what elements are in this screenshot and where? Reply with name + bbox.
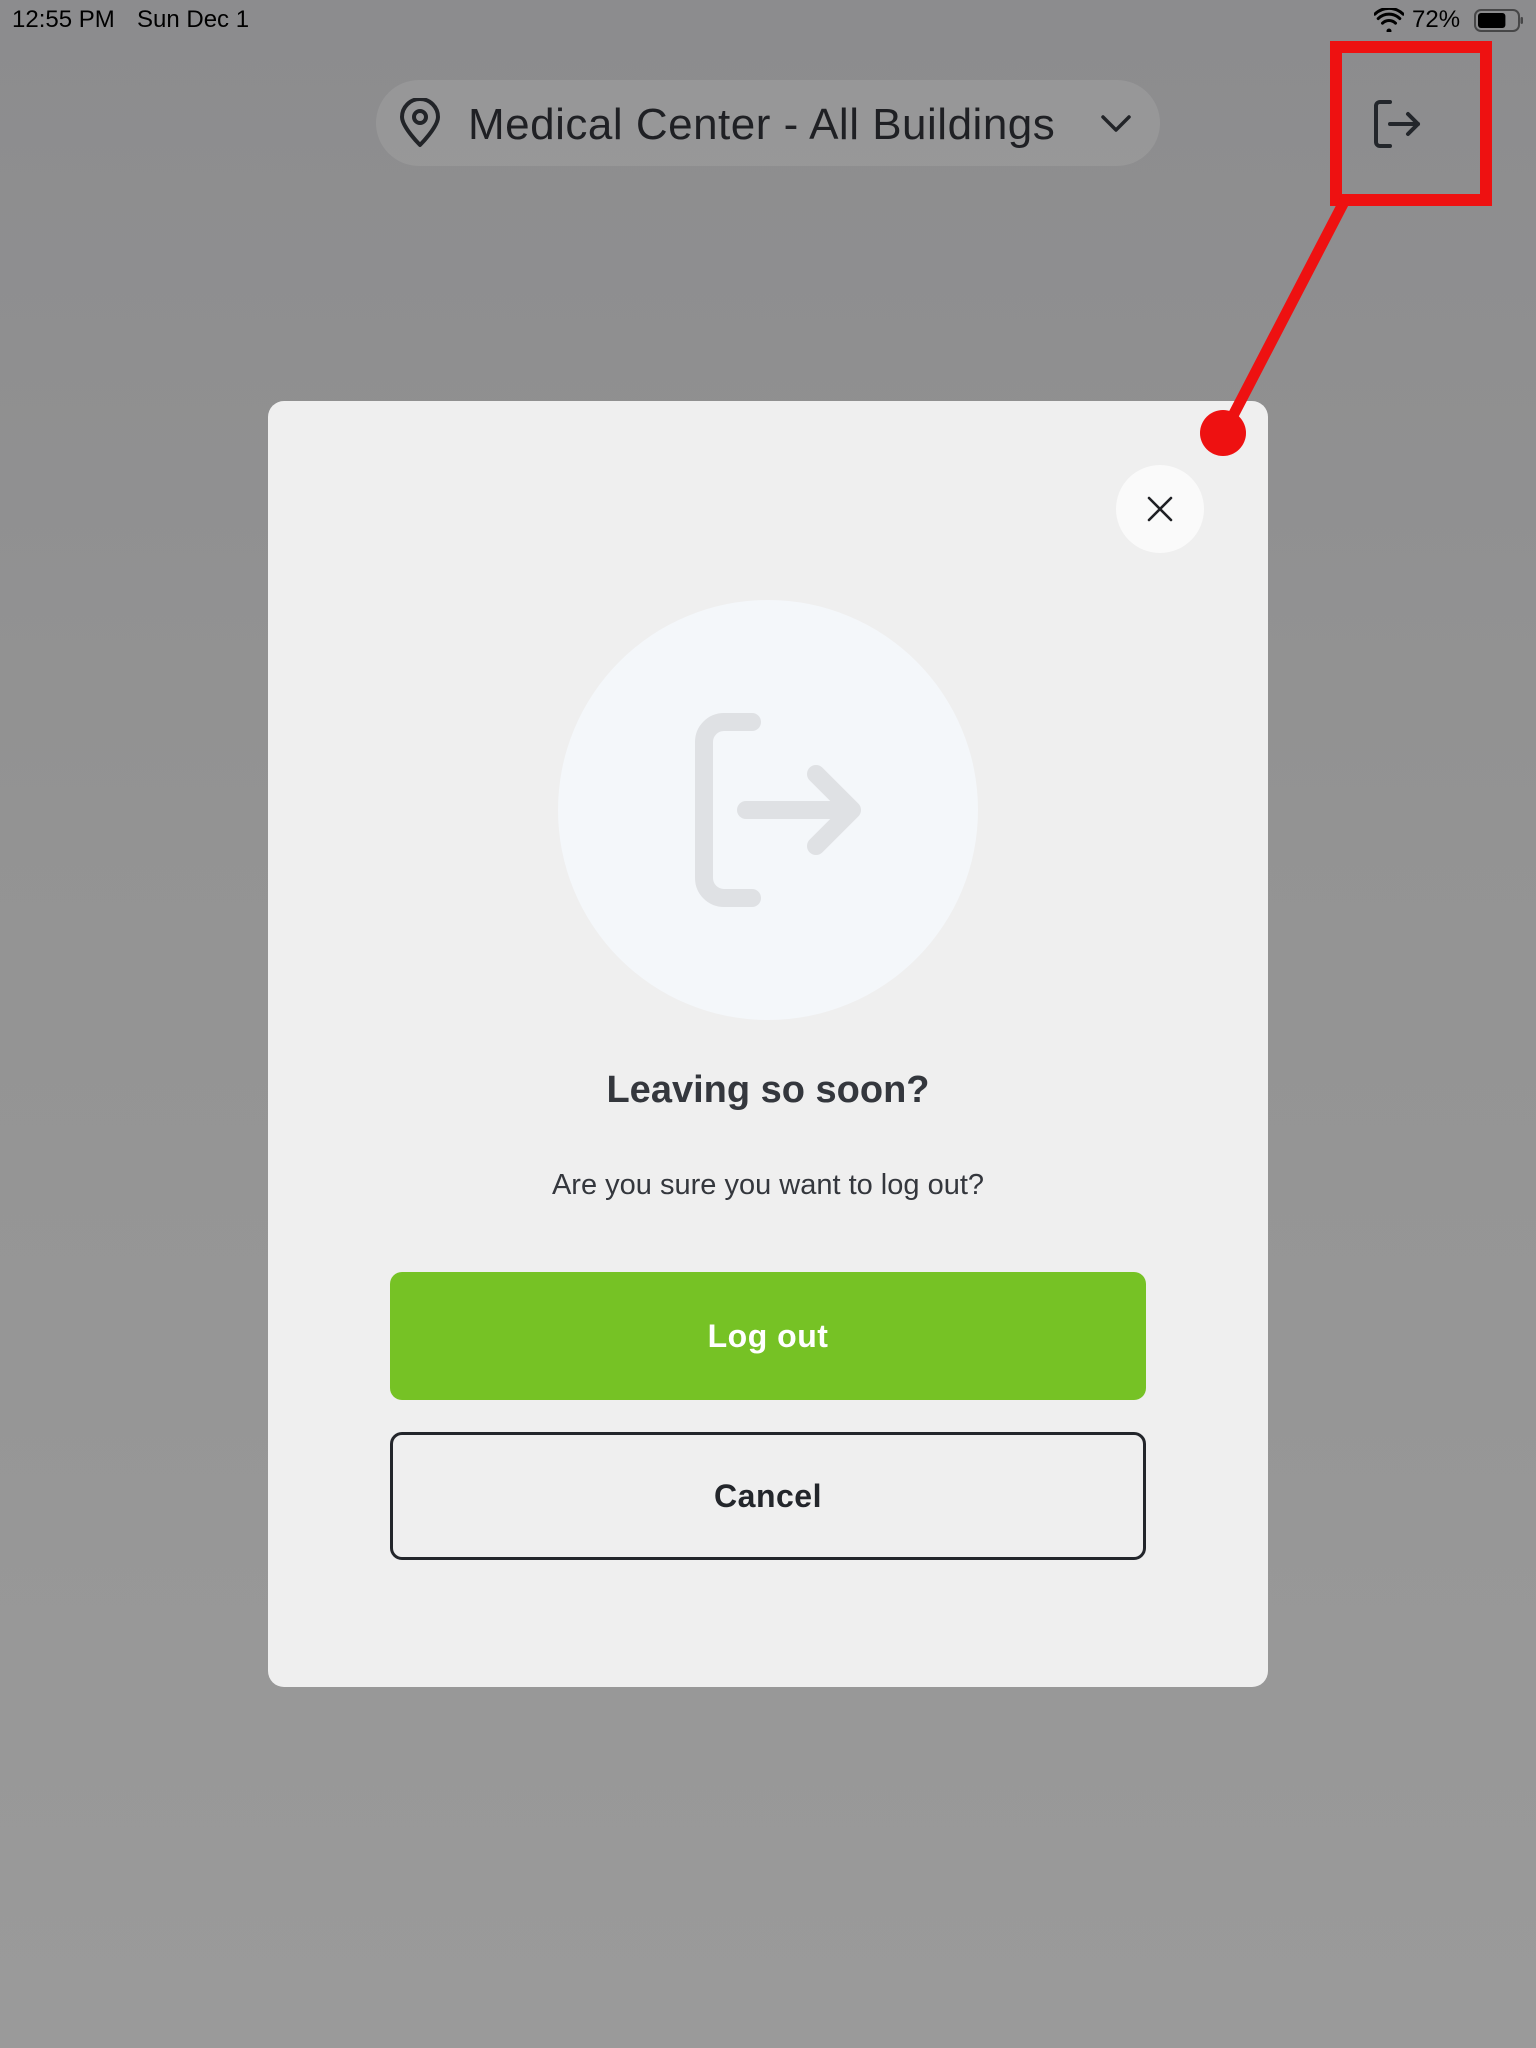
close-button[interactable]	[1116, 465, 1204, 553]
battery-icon	[1474, 9, 1523, 32]
logout-icon	[1374, 100, 1420, 148]
location-pin-icon	[400, 98, 440, 147]
battery-percent: 72%	[1412, 6, 1461, 33]
logout-icon	[695, 713, 861, 907]
status-bar: 12:55 PM Sun Dec 1 72%	[0, 0, 1536, 40]
chevron-down-icon	[1101, 115, 1131, 132]
dialog-title: Leaving so soon?	[606, 1069, 930, 1111]
close-icon	[1147, 496, 1173, 522]
annotation-connector-line	[1218, 194, 1351, 439]
log-out-button[interactable]: Log out	[390, 1272, 1146, 1400]
dialog-message: Are you sure you want to log out?	[551, 1169, 985, 1201]
location-selector[interactable]: Medical Center - All Buildings	[376, 80, 1160, 166]
status-date: Sun Dec 1	[137, 6, 250, 33]
cancel-button[interactable]: Cancel	[390, 1432, 1146, 1560]
location-label: Medical Center - All Buildings	[468, 100, 1056, 149]
logout-confirm-dialog: Leaving so soon? Are you sure you want t…	[268, 401, 1268, 1687]
hero-illustration	[558, 600, 978, 1020]
wifi-icon	[1374, 8, 1404, 32]
status-time: 12:55 PM	[12, 6, 115, 33]
header-logout-button[interactable]	[1364, 92, 1428, 156]
